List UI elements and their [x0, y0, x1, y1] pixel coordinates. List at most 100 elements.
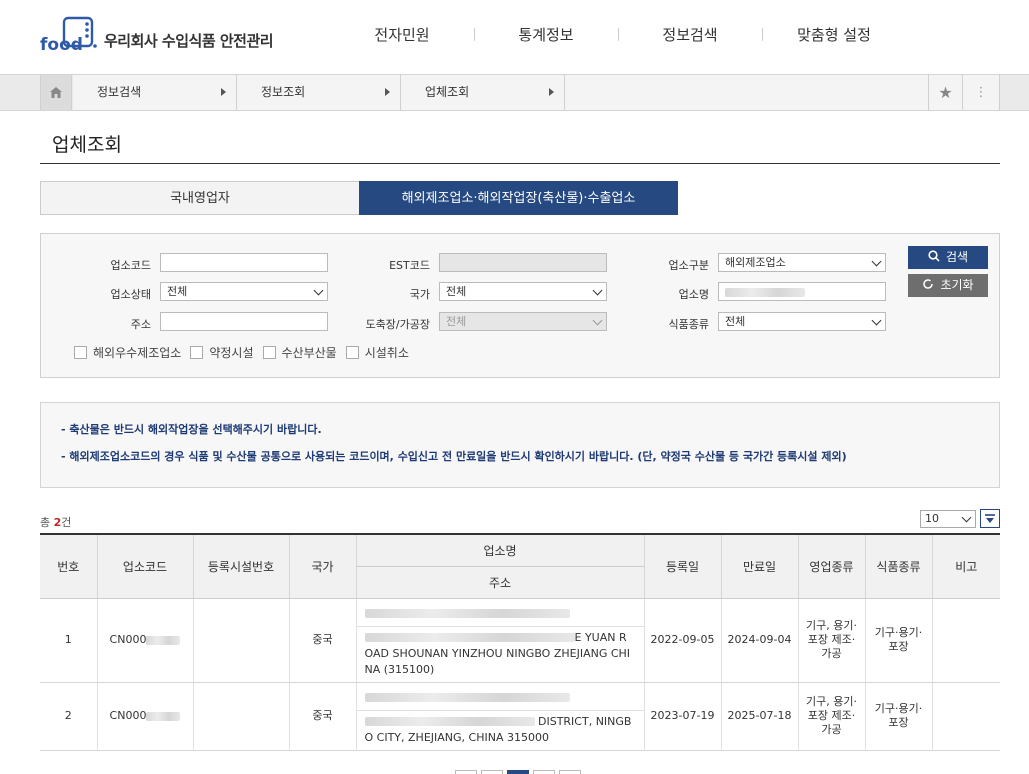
country-value: 전체 — [446, 285, 467, 298]
global-nav: 전자민원 통계정보 정보검색 맞춤형 설정 — [330, 24, 906, 45]
label-category: 업소구분 — [668, 259, 709, 272]
notice-line-2: - 해외제조업소코드의 경우 식품 및 수산물 공통으로 사용되는 코드이며, … — [61, 450, 847, 463]
name-input[interactable] — [718, 282, 886, 301]
tab-overseas[interactable]: 해외제조업소·해외작업장(축산물)·수출업소 — [359, 181, 678, 215]
checkbox-label: 시설취소 — [364, 346, 409, 360]
cell-exp-date: 2025-07-18 — [720, 682, 798, 751]
category-select[interactable]: 해외제조업소 — [718, 253, 886, 272]
cell-code[interactable]: CN000 — [96, 598, 193, 683]
site-logo[interactable]: food 우리회사 수입식품 안전관리 — [40, 16, 274, 55]
breadcrumb: 정보검색 정보조회 업체조회 ★ ⋮ — [0, 74, 1029, 111]
results-table: 번호 업소코드 등록시설번호 국가 업소명 등록일 만료일 영업종류 식품종류 … — [40, 533, 1000, 751]
est-input — [439, 253, 607, 272]
checkbox-agreement[interactable]: 약정시설 — [190, 344, 254, 361]
address-input[interactable] — [160, 312, 328, 331]
chevron-down-icon — [961, 512, 972, 523]
label-slaughter: 도축장/가공장 — [365, 318, 430, 331]
home-button[interactable] — [40, 75, 72, 110]
download-icon — [985, 513, 995, 523]
chevron-down-icon — [871, 256, 882, 267]
result-count: 총 2건 — [40, 514, 71, 530]
checkbox-label: 수산부산물 — [281, 346, 337, 360]
slaughter-select: 전체 — [439, 312, 607, 331]
code-input[interactable] — [160, 253, 328, 272]
th-exp-date: 만료일 — [720, 533, 798, 599]
kebab-icon: ⋮ — [974, 85, 988, 100]
th-address: 주소 — [355, 566, 644, 599]
company-address: DISTRICT, NINGBO CITY, ZHEJIANG, CHINA 3… — [357, 711, 644, 750]
table-row[interactable]: 2 CN000 중국 DISTRICT, NINGBO CITY, ZHEJIA… — [40, 682, 1000, 751]
checkbox-box[interactable] — [74, 346, 87, 359]
checkbox-box[interactable] — [262, 346, 276, 359]
code-text: CN000 — [109, 709, 147, 722]
checkbox-cancelled[interactable]: 시설취소 — [345, 344, 409, 361]
cell-food-type: 기구·용기·포장 — [864, 598, 932, 683]
pager-page-current[interactable] — [507, 770, 529, 774]
refresh-icon — [923, 279, 934, 289]
checkbox-box[interactable] — [190, 346, 204, 359]
reset-button-label: 초기화 — [940, 278, 974, 292]
search-button-label: 검색 — [945, 250, 969, 264]
label-food-type: 식품종류 — [668, 318, 709, 331]
breadcrumb-filler — [565, 75, 928, 110]
caret-right-icon — [385, 88, 390, 96]
country-select[interactable]: 전체 — [439, 282, 607, 301]
favorite-star-button[interactable]: ★ — [928, 75, 962, 110]
redacted-text — [364, 633, 575, 642]
food-type-select[interactable]: 전체 — [718, 312, 886, 331]
label-status: 업소상태 — [110, 288, 151, 301]
cell-code[interactable]: CN000 — [96, 682, 193, 751]
cell-note — [931, 598, 1000, 683]
company-name[interactable] — [356, 683, 644, 711]
checkbox-label: 해외우수제조업소 — [93, 346, 182, 360]
cell-name-address[interactable]: DISTRICT, NINGBO CITY, ZHEJIANG, CHINA 3… — [355, 682, 644, 751]
status-select[interactable]: 전체 — [160, 282, 328, 301]
search-panel: 업소코드 EST코드 업소구분 해외제조업소 업소상태 전체 국가 전체 업소명… — [40, 233, 1000, 378]
page-size-value: 10 — [925, 512, 939, 525]
pager-last-button[interactable] — [559, 770, 581, 774]
more-menu-button[interactable]: ⋮ — [962, 75, 1000, 110]
company-name[interactable] — [356, 599, 644, 627]
gnb-item-search[interactable]: 정보검색 — [618, 24, 762, 45]
checkbox-label: 약정시설 — [209, 346, 254, 360]
cell-biz-type: 기구, 용기·포장 제조·가공 — [797, 682, 865, 751]
checkbox-byproduct[interactable]: 수산부산물 — [262, 344, 337, 361]
breadcrumb-item-1[interactable]: 정보검색 — [73, 75, 237, 110]
breadcrumb-item-2[interactable]: 정보조회 — [237, 75, 401, 110]
count-suffix: 건 — [61, 516, 72, 529]
status-value: 전체 — [167, 285, 188, 298]
caret-right-icon — [221, 88, 226, 96]
th-no: 번호 — [40, 533, 97, 599]
gnb-item-civil[interactable]: 전자민원 — [330, 24, 474, 45]
breadcrumb-item-3[interactable]: 업체조회 — [401, 75, 565, 110]
checkbox-excellent[interactable]: 해외우수제조업소 — [74, 344, 181, 361]
gnb-item-stats[interactable]: 통계정보 — [474, 24, 618, 45]
breadcrumb-label: 업체조회 — [425, 85, 470, 99]
redacted-text — [725, 287, 805, 297]
pager-first-button[interactable] — [455, 770, 477, 774]
pager-next-button[interactable] — [533, 770, 555, 774]
th-reg-no: 등록시설번호 — [192, 533, 289, 599]
search-button[interactable]: 검색 — [908, 246, 988, 269]
title-divider — [40, 163, 1000, 164]
category-value: 해외제조업소 — [725, 256, 786, 269]
tab-domestic[interactable]: 국내영업자 — [40, 181, 360, 215]
label-address: 주소 — [130, 318, 151, 331]
notice-box: - 축산물은 반드시 해외작업장을 선택해주시기 바랍니다. - 해외제조업소코… — [40, 402, 1000, 488]
chevron-down-icon — [313, 285, 324, 296]
svg-text:food: food — [40, 35, 83, 54]
cell-reg-no — [192, 598, 289, 683]
table-row[interactable]: 1 CN000 중국 E YUAN R OAD SHOUNAN YINZHOU … — [40, 598, 1000, 683]
page-size-select[interactable]: 10 — [920, 510, 976, 528]
label-name: 업소명 — [678, 288, 709, 301]
star-icon: ★ — [938, 83, 953, 102]
reset-button[interactable]: 초기화 — [908, 274, 988, 297]
cell-name-address[interactable]: E YUAN R OAD SHOUNAN YINZHOU NINGBO ZHEJ… — [355, 598, 644, 683]
checkbox-box[interactable] — [345, 346, 359, 359]
pager-prev-button[interactable] — [481, 770, 503, 774]
th-code: 업소코드 — [96, 533, 193, 599]
gnb-item-custom[interactable]: 맞춤형 설정 — [762, 24, 906, 45]
redacted-text — [364, 717, 535, 726]
download-button[interactable] — [980, 509, 1000, 528]
logo-text: 우리회사 수입식품 안전관리 — [104, 31, 274, 50]
